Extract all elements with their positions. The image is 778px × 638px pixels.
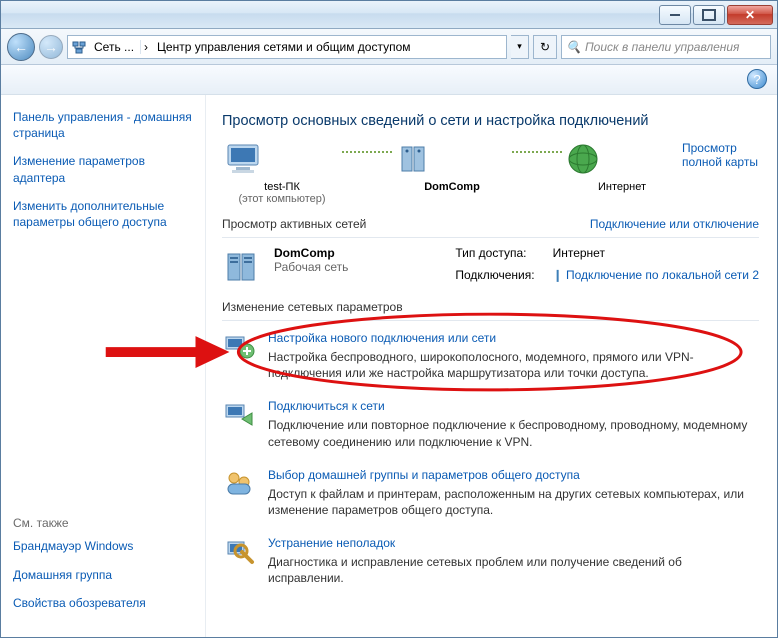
help-button[interactable]: ? [747,69,767,89]
chevron-right-icon: › [141,40,151,54]
troubleshoot-icon [222,536,256,586]
search-input[interactable]: 🔍 Поиск в панели управления [561,35,771,59]
task-new-connection[interactable]: Настройка нового подключения или сети На… [222,331,759,381]
window-frame: ✕ ← → Сеть ... › Центр управления сетями… [0,0,778,638]
nav-back-button[interactable]: ← [7,33,35,61]
globe-icon [562,141,604,177]
active-network-name[interactable]: DomComp [274,246,348,260]
breadcrumb-seg-2[interactable]: Центр управления сетями и общим доступом [151,40,417,54]
search-placeholder: Поиск в панели управления [585,40,740,54]
toolbar: ? [1,65,777,95]
map-node-sublabel: (этот компьютер) [222,193,342,205]
active-network-row: DomComp Рабочая сеть Тип доступа: Интерн… [222,246,759,286]
map-node-label: test-ПК [222,181,342,193]
map-connector [512,141,562,163]
breadcrumb[interactable]: Сеть ... › Центр управления сетями и общ… [67,35,507,59]
map-node-this-pc[interactable]: test-ПК (этот компьютер) [222,141,342,205]
sidebar-link-internet-options[interactable]: Свойства обозревателя [13,595,193,611]
task-desc: Доступ к файлам и принтерам, расположенн… [268,486,759,518]
sidebar-link-homegroup[interactable]: Домашняя группа [13,567,193,583]
refresh-button[interactable]: ↻ [533,35,557,59]
section-change-heading: Изменение сетевых параметров [222,300,403,314]
breadcrumb-history-button[interactable]: ▾ [511,35,529,59]
page-title: Просмотр основных сведений о сети и наст… [222,113,759,129]
section-active-heading: Просмотр активных сетей [222,217,366,231]
sidebar-link-firewall[interactable]: Брандмауэр Windows [13,538,193,554]
map-node-network[interactable]: DomComp [392,141,512,193]
full-map-link[interactable]: Просмотр полной карты [682,141,759,169]
sidebar-link-sharing-settings[interactable]: Изменить дополнительные параметры общего… [13,198,193,230]
breadcrumb-seg-1[interactable]: Сеть ... [88,40,141,54]
minimize-button[interactable] [659,5,691,25]
task-desc: Диагностика и исправление сетевых пробле… [268,554,759,586]
address-bar: ← → Сеть ... › Центр управления сетями и… [1,29,777,65]
refresh-icon: ↻ [540,40,550,54]
task-title: Настройка нового подключения или сети [268,331,759,345]
task-desc: Подключение или повторное подключение к … [268,417,759,449]
titlebar: ✕ [1,1,777,29]
map-node-internet[interactable]: Интернет [562,141,682,193]
sidebar: Панель управления - домашняя страница Из… [1,95,206,637]
sidebar-link-adapter-settings[interactable]: Изменение параметров адаптера [13,153,193,185]
prop-access-label: Тип доступа: [455,246,534,264]
task-title: Выбор домашней группы и параметров общег… [268,468,759,482]
task-desc: Настройка беспроводного, широкополосного… [268,349,759,381]
map-connector [342,141,392,163]
task-title: Устранение неполадок [268,536,759,550]
content-area: Панель управления - домашняя страница Из… [1,95,777,637]
arrow-left-icon: ← [14,39,28,55]
network-icon [70,39,88,55]
prop-connections-label: Подключения: [455,268,534,286]
sidebar-link-home[interactable]: Панель управления - домашняя страница [13,109,193,141]
help-icon: ? [753,72,760,87]
connect-disconnect-link[interactable]: Подключение или отключение [590,217,759,231]
arrow-right-icon: → [44,39,58,55]
chevron-down-icon: ▾ [517,41,522,52]
maximize-button[interactable] [693,5,725,25]
task-connect-network[interactable]: Подключиться к сети Подключение или повт… [222,399,759,449]
network-category-icon [222,246,264,286]
server-icon [392,141,434,177]
connect-network-icon [222,399,256,449]
task-homegroup[interactable]: Выбор домашней группы и параметров общег… [222,468,759,518]
nav-forward-button[interactable]: → [39,35,63,59]
task-list: Настройка нового подключения или сети На… [222,331,759,587]
computer-icon [222,141,264,177]
task-troubleshoot[interactable]: Устранение неполадок Диагностика и испра… [222,536,759,586]
active-network-category[interactable]: Рабочая сеть [274,260,348,274]
prop-access-value: Интернет [553,246,759,264]
main-pane: Просмотр основных сведений о сети и наст… [206,95,777,637]
connection-link[interactable]: Подключение по локальной сети 2 [566,268,759,282]
new-connection-icon [222,331,256,381]
map-node-label: Интернет [562,181,682,193]
close-button[interactable]: ✕ [727,5,773,25]
ethernet-icon: ❙ [553,268,563,282]
task-title: Подключиться к сети [268,399,759,413]
search-icon: 🔍 [566,40,581,54]
sidebar-see-also-heading: См. также [13,516,193,530]
map-node-label: DomComp [392,181,512,193]
homegroup-icon [222,468,256,518]
